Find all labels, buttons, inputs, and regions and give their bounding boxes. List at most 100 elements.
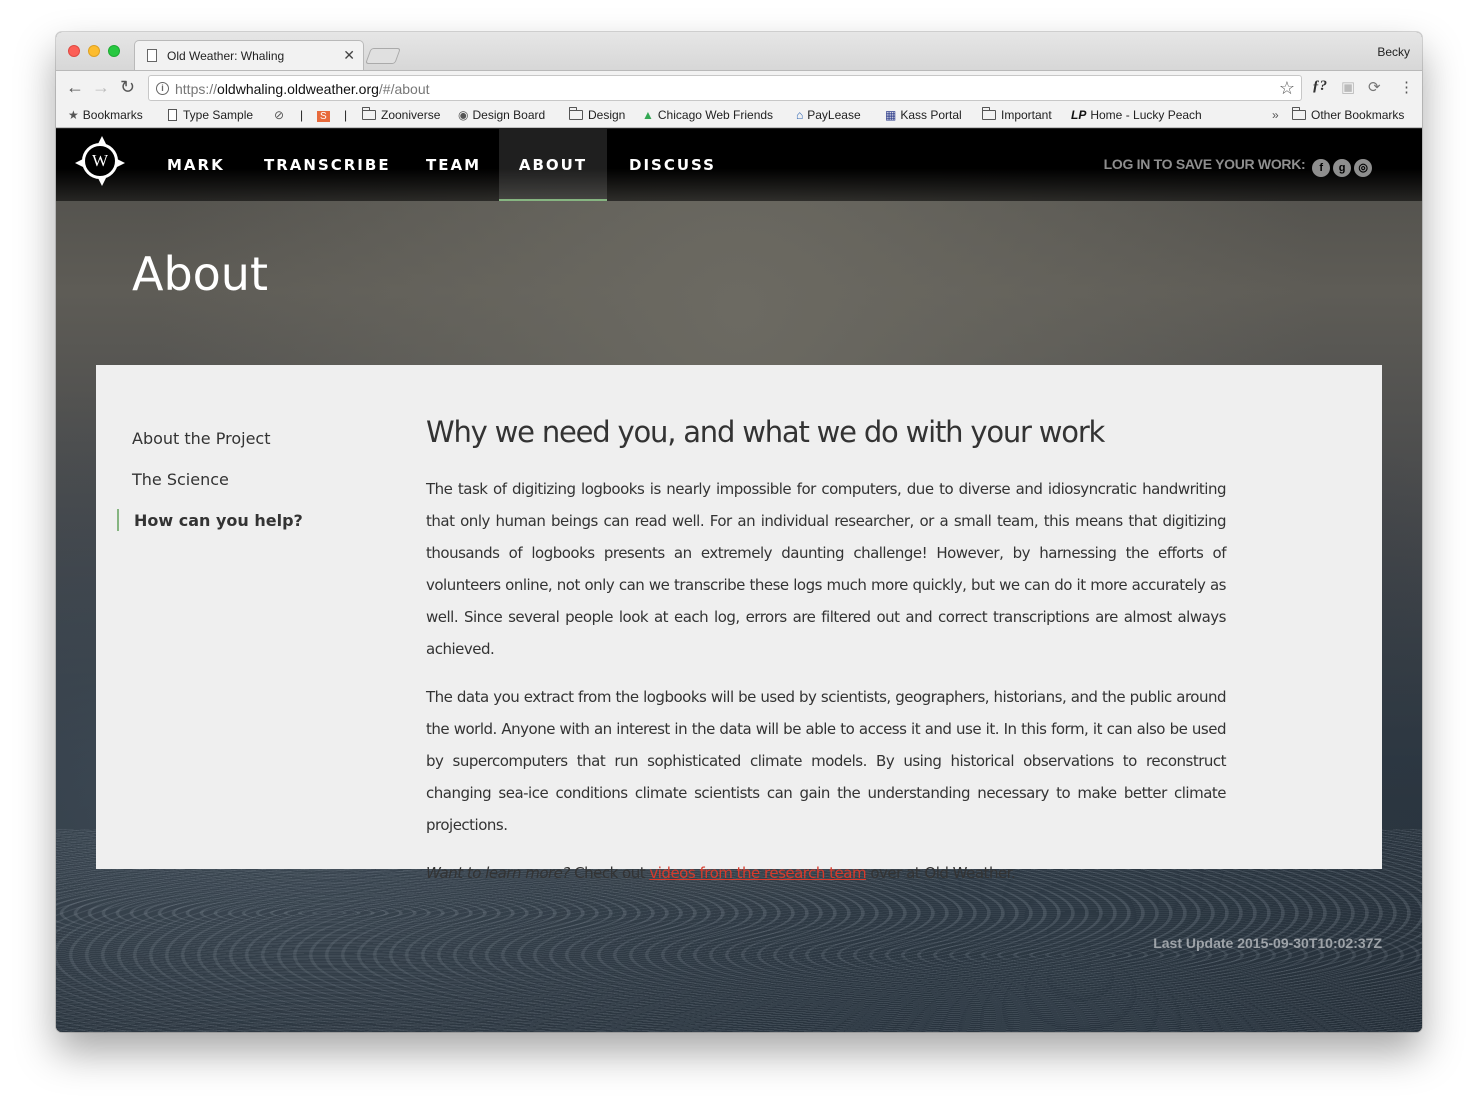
compass-north-point <box>98 136 106 144</box>
page-icon <box>168 109 177 121</box>
menu-dots-icon[interactable]: ⋮ <box>1399 78 1414 96</box>
bookmark-chicago-web-friends[interactable]: ▲ Chicago Web Friends <box>642 108 773 122</box>
bookmark-star-icon[interactable]: ☆ <box>1279 78 1295 99</box>
back-arrow-icon[interactable]: ← <box>66 77 84 97</box>
bookmark-icon-only-1[interactable]: ⊘ <box>274 108 288 122</box>
article-paragraph-1: The task of digitizing logbooks is nearl… <box>426 480 1227 658</box>
new-tab-button[interactable] <box>365 48 401 64</box>
bookmark-important[interactable]: Important <box>982 107 1052 122</box>
close-tab-icon[interactable]: ✕ <box>343 47 355 64</box>
bookmark-kass-portal[interactable]: ▦ Kass Portal <box>885 108 962 122</box>
bookmark-design-board[interactable]: ◉ Design Board <box>458 108 545 122</box>
bookmark-separator: | <box>344 108 348 122</box>
bookmark-label: Other Bookmarks <box>1311 108 1405 122</box>
bookmark-icon-only-2[interactable]: S <box>317 108 334 122</box>
bookmark-paylease[interactable]: ⌂ PayLease <box>796 108 861 122</box>
facebook-icon[interactable]: f <box>1312 159 1330 177</box>
bookmark-zooniverse[interactable]: Zooniverse <box>362 107 441 122</box>
logo-letter: W <box>91 151 109 170</box>
content-panel: About the Project The Science How can yo… <box>96 365 1382 882</box>
drive-icon: ▲ <box>642 108 654 122</box>
bookmark-label: Important <box>1001 108 1052 122</box>
sidebar-item-the-science[interactable]: The Science <box>132 470 229 489</box>
article-heading: Why we need you, and what we do with you… <box>426 415 1105 449</box>
folder-icon <box>1292 107 1306 120</box>
compass-east-point <box>117 159 125 167</box>
bookmark-label: Zooniverse <box>381 108 441 122</box>
last-update: Last Update 2015-09-30T10:02:37Z <box>1153 935 1382 951</box>
bookmark-type-sample[interactable]: Type Sample <box>168 108 253 122</box>
page-title: About <box>132 247 269 301</box>
website-viewport: W MARK TRANSCRIBE TEAM ABOUT DISCUSS LOG… <box>56 129 1422 1032</box>
bookmark-design[interactable]: Design <box>569 107 626 122</box>
address-bar[interactable]: i https://oldwhaling.oldweather.org/#/ab… <box>148 75 1302 101</box>
article: Why we need you, and what we do with you… <box>426 415 1227 905</box>
bookmark-label: Home - Lucky Peach <box>1090 108 1202 122</box>
star-icon: ★ <box>68 108 79 122</box>
bookmark-label: Bookmarks <box>82 108 143 122</box>
bookmark-label: Design Board <box>472 108 546 122</box>
nav-transcribe[interactable]: TRANSCRIBE <box>264 129 391 201</box>
folder-icon <box>362 107 376 120</box>
learn-more-emphasis: Want to learn more? <box>426 864 570 882</box>
info-icon[interactable]: i <box>156 82 169 95</box>
research-videos-link[interactable]: videos from the research team <box>649 864 866 882</box>
bookmarks-overflow-button[interactable]: » <box>1272 108 1279 122</box>
site-navbar: W MARK TRANSCRIBE TEAM ABOUT DISCUSS LOG… <box>56 129 1422 201</box>
bookmark-label: Type Sample <box>183 108 254 122</box>
zooniverse-icon[interactable]: ◎ <box>1354 159 1372 177</box>
tab-strip: Old Weather: Whaling ✕ Becky <box>56 32 1422 70</box>
bookmark-bookmarks[interactable]: ★ Bookmarks <box>68 108 143 122</box>
login-text: LOG IN TO SAVE YOUR WORK: <box>1103 156 1306 172</box>
folder-icon <box>982 107 996 120</box>
sync-icon[interactable]: ⟳ <box>1368 78 1381 96</box>
page-icon <box>147 49 157 62</box>
nav-mark[interactable]: MARK <box>167 129 225 201</box>
nav-team[interactable]: TEAM <box>426 129 481 201</box>
cast-icon[interactable]: ▣ <box>1341 78 1355 96</box>
bookmark-separator: | <box>300 108 304 122</box>
bookmark-lucky-peach[interactable]: LP Home - Lucky Peach <box>1071 108 1202 122</box>
active-indicator <box>117 509 119 531</box>
learn-more-post: over at Old Weather. <box>866 864 1016 882</box>
browser-tab[interactable]: Old Weather: Whaling ✕ <box>134 40 364 70</box>
google-icon[interactable]: g <box>1333 159 1351 177</box>
compass-south-point <box>98 178 106 186</box>
folder-icon <box>569 107 583 120</box>
nav-about[interactable]: ABOUT <box>499 129 607 201</box>
url-host: oldwhaling.oldweather.org <box>217 81 379 97</box>
font-extension-icon[interactable]: ƒ? <box>1312 78 1327 95</box>
learn-more-pre: Check out <box>569 864 650 882</box>
profile-name[interactable]: Becky <box>1377 45 1410 59</box>
nav-discuss[interactable]: DISCUSS <box>629 129 716 201</box>
building-icon: ▦ <box>885 108 897 122</box>
house-icon: ⌂ <box>796 108 804 122</box>
bookmark-label: PayLease <box>807 108 861 122</box>
browser-window: Old Weather: Whaling ✕ Becky ← → ↻ i htt… <box>56 32 1422 1032</box>
minimize-window-button[interactable] <box>88 45 100 57</box>
circle-slash-icon: ⊘ <box>274 108 285 122</box>
maximize-window-button[interactable] <box>108 45 120 57</box>
browser-toolbar: ← → ↻ i https://oldwhaling.oldweather.or… <box>56 70 1422 104</box>
forward-arrow-icon[interactable]: → <box>92 77 110 97</box>
bookmark-label: Design <box>588 108 626 122</box>
lp-icon: LP <box>1071 108 1087 122</box>
url-scheme: https:// <box>175 81 218 97</box>
close-window-button[interactable] <box>68 45 80 57</box>
learn-more-line: Want to learn more? Check out videos fro… <box>426 857 1226 889</box>
bookmark-label: Chicago Web Friends <box>657 108 774 122</box>
github-icon: ◉ <box>458 108 469 122</box>
sidebar-item-about-the-project[interactable]: About the Project <box>132 429 270 448</box>
reload-icon[interactable]: ↻ <box>120 77 135 97</box>
tab-title: Old Weather: Whaling <box>167 49 285 63</box>
orange-s-icon: S <box>317 111 330 122</box>
sidebar-item-how-can-you-help[interactable]: How can you help? <box>134 511 303 530</box>
bookmark-other-bookmarks[interactable]: Other Bookmarks <box>1292 107 1405 122</box>
old-weather-logo[interactable]: W <box>75 136 125 186</box>
url-text[interactable]: https://oldwhaling.oldweather.org/#/abou… <box>175 81 430 97</box>
url-path: /#/about <box>378 81 430 97</box>
article-paragraph-2: The data you extract from the logbooks w… <box>426 688 1227 834</box>
bookmark-label: Kass Portal <box>900 108 962 122</box>
bookmarks-bar: ★ Bookmarks Type Sample ⊘ | S | Zoonivers… <box>56 104 1422 128</box>
compass-west-point <box>75 159 83 167</box>
